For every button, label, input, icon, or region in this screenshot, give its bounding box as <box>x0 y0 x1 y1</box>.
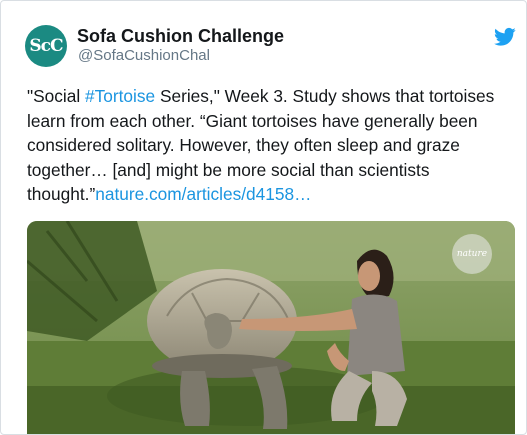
tweet-photo[interactable]: nature <box>27 221 515 434</box>
display-name[interactable]: Sofa Cushion Challenge <box>77 26 284 47</box>
tweet-text: "Social #Tortoise Series," Week 3. Study… <box>27 84 507 207</box>
twitter-bird-icon[interactable] <box>494 27 516 47</box>
nature-watermark: nature <box>452 234 492 274</box>
tweet-card: ScC Sofa Cushion Challenge @SofaCushionC… <box>0 0 527 435</box>
article-link[interactable]: nature.com/articles/d4158… <box>95 184 311 204</box>
avatar[interactable]: ScC <box>25 25 67 67</box>
avatar-logo-text: ScC <box>29 36 63 56</box>
nature-watermark-text: nature <box>456 249 488 259</box>
user-handle[interactable]: @SofaCushionChal <box>78 47 210 64</box>
tweet-text-part: "Social <box>27 86 86 106</box>
photo-tortoise-scientist <box>27 221 515 434</box>
hashtag-link[interactable]: #Tortoise <box>85 86 155 106</box>
